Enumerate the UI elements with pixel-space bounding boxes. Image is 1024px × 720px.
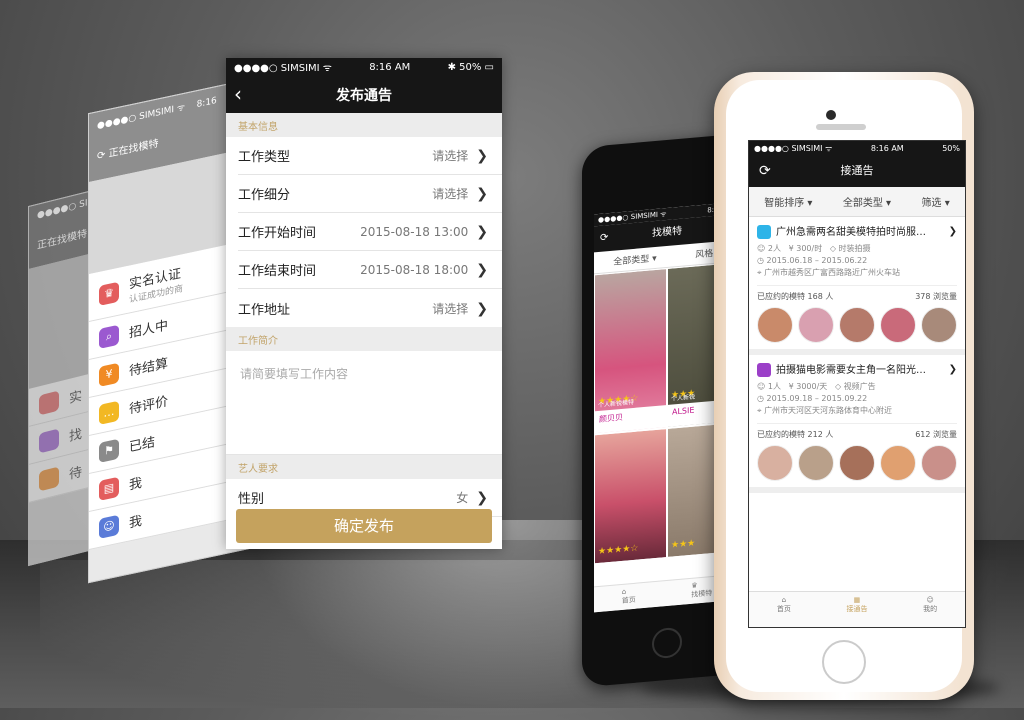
notice-title: 广州急需两名甜美模特拍时尚服… (776, 227, 926, 238)
submit-button[interactable]: 确定发布 (236, 509, 492, 543)
home-button (822, 640, 866, 684)
avatar[interactable] (921, 445, 957, 481)
avatar[interactable] (757, 307, 793, 343)
tab-find-model[interactable]: ♛ 找模特 (691, 580, 712, 604)
page-title: 接通告 (840, 164, 874, 177)
work-type-row[interactable]: 工作类型 请选择 ❯ (238, 137, 502, 175)
avatar[interactable] (798, 445, 834, 481)
chevron-right-icon: ❯ (948, 225, 957, 237)
camera-icon (757, 225, 771, 239)
applicant-avatars (757, 445, 957, 481)
chevron-right-icon: ❯ (476, 186, 488, 202)
chat-icon: … (99, 400, 119, 425)
applied-info: 已应约的模特 212 人 612 浏览量 (757, 423, 957, 440)
notice-meta: ☺ 1人 ¥ 3000/天 ◇ 视频广告 ◷ 2015.09.18 – 2015… (757, 382, 893, 415)
speaker (816, 124, 866, 130)
money-icon (39, 465, 59, 491)
avatar[interactable] (921, 307, 957, 343)
rating-stars: ★★★ (671, 538, 696, 551)
certify-icon: ♛ (99, 281, 119, 306)
receive-notice-screen: ●●●●○ SIMSIMI ᯤ 8:16 AM 50% ⟳ 接通告 智能排序 ▾ 全… (748, 140, 966, 628)
avatar[interactable] (839, 445, 875, 481)
rating-stars: ★★★★☆ (598, 543, 639, 558)
status-bar: ●●●●○ SIMSIMI ᯤ 8:16 AM 50% (749, 141, 965, 155)
tab-me[interactable]: ☺ 我的 (923, 596, 937, 627)
section-requirements: 艺人要求 (226, 455, 502, 479)
model-card[interactable]: ★★★★☆ (594, 428, 667, 565)
notice-card[interactable]: 广州急需两名甜美模特拍时尚服… ❯ ☺ 2人 ¥ 300/时 ◇ 时装拍摄 ◷ 2… (749, 217, 965, 355)
model-card[interactable]: ★★★★☆ 个人新锐模特 颜贝贝 (594, 268, 667, 435)
refresh-icon[interactable]: ⟳ (600, 225, 608, 252)
search-icon (39, 427, 59, 453)
battery: ✱ 50% ▭ (447, 61, 494, 73)
tab-bar: ⌂ 首页 ▦ 接通告 ☺ 我的 (749, 591, 965, 627)
avatar[interactable] (839, 307, 875, 343)
applicant-avatars (757, 307, 957, 343)
end-time-row[interactable]: 工作结束时间 2015-08-18 18:00 ❯ (238, 251, 502, 289)
intro-textarea[interactable]: 请简要填写工作内容 (226, 351, 502, 455)
notice-meta: ☺ 2人 ¥ 300/时 ◇ 时装拍摄 ◷ 2015.06.18 – 2015.… (757, 244, 901, 277)
section-basic-info: 基本信息 (226, 113, 502, 137)
filter-more[interactable]: 筛选 ▾ (922, 194, 950, 209)
start-time-row[interactable]: 工作开始时间 2015-08-18 13:00 ❯ (238, 213, 502, 251)
work-subtype-row[interactable]: 工作细分 请选择 ❯ (238, 175, 502, 213)
search-icon: ⌕ (99, 324, 119, 349)
avatar[interactable] (757, 445, 793, 481)
avatar[interactable] (880, 445, 916, 481)
clock: 8:16 AM (369, 61, 411, 73)
nav-bar: ⟳ 接通告 (749, 155, 965, 187)
doc-icon: ▤ (99, 476, 119, 501)
status-bar: ●●●●○ SIMSIMI ᯤ 8:16 AM ✱ 50% ▭ (226, 58, 502, 76)
back-icon[interactable]: ‹ (234, 82, 242, 106)
filter-sort[interactable]: 智能排序 ▾ (764, 194, 812, 209)
chevron-right-icon: ❯ (948, 363, 957, 375)
home-button (652, 626, 682, 660)
filter-type[interactable]: 全部类型 ▾ (613, 251, 656, 268)
notice-card[interactable]: 拍摄猫电影需要女主角一名阳光… ❯ ☺ 1人 ¥ 3000/天 ◇ 视频广告 ◷ … (749, 355, 965, 493)
tab-home[interactable]: ⌂ 首页 (777, 596, 791, 627)
publish-notice-screen: ●●●●○ SIMSIMI ᯤ 8:16 AM ✱ 50% ▭ ‹ 发布通告 基… (226, 58, 502, 549)
applied-info: 已应约的模特 168 人 378 浏览量 (757, 285, 957, 302)
chevron-right-icon: ❯ (476, 261, 488, 278)
white-phone: ●●●●○ SIMSIMI ᯤ 8:16 AM 50% ⟳ 接通告 智能排序 ▾ 全… (714, 72, 974, 700)
page-title: 发布通告 (336, 87, 392, 104)
section-intro: 工作简介 (226, 327, 502, 351)
tab-home[interactable]: ⌂ 首页 (622, 587, 636, 610)
certify-icon (39, 389, 59, 415)
refresh-icon[interactable]: ⟳ (759, 155, 771, 187)
tab-receive-notice[interactable]: ▦ 接通告 (846, 596, 867, 627)
flag-icon: ⚑ (99, 438, 119, 463)
page-title: 找模特 (652, 225, 682, 240)
filter-bar: 智能排序 ▾ 全部类型 ▾ 筛选 ▾ (749, 187, 965, 217)
user-icon: ☺ (99, 514, 119, 539)
filter-type[interactable]: 全部类型 ▾ (843, 194, 891, 209)
avatar[interactable] (798, 307, 834, 343)
chevron-right-icon: ❯ (476, 490, 488, 506)
carrier: ●●●●○ SIMSIMI ᯤ (234, 63, 332, 74)
chevron-right-icon: ❯ (476, 300, 488, 317)
chevron-right-icon: ❯ (476, 223, 488, 240)
nav-bar: ‹ 发布通告 (226, 76, 502, 113)
video-icon (757, 363, 771, 377)
money-icon: ¥ (99, 362, 119, 387)
address-row[interactable]: 工作地址 请选择 ❯ (238, 289, 502, 327)
camera (826, 110, 836, 120)
chevron-right-icon: ❯ (476, 148, 488, 164)
notice-title: 拍摄猫电影需要女主角一名阳光… (776, 365, 926, 376)
avatar[interactable] (880, 307, 916, 343)
